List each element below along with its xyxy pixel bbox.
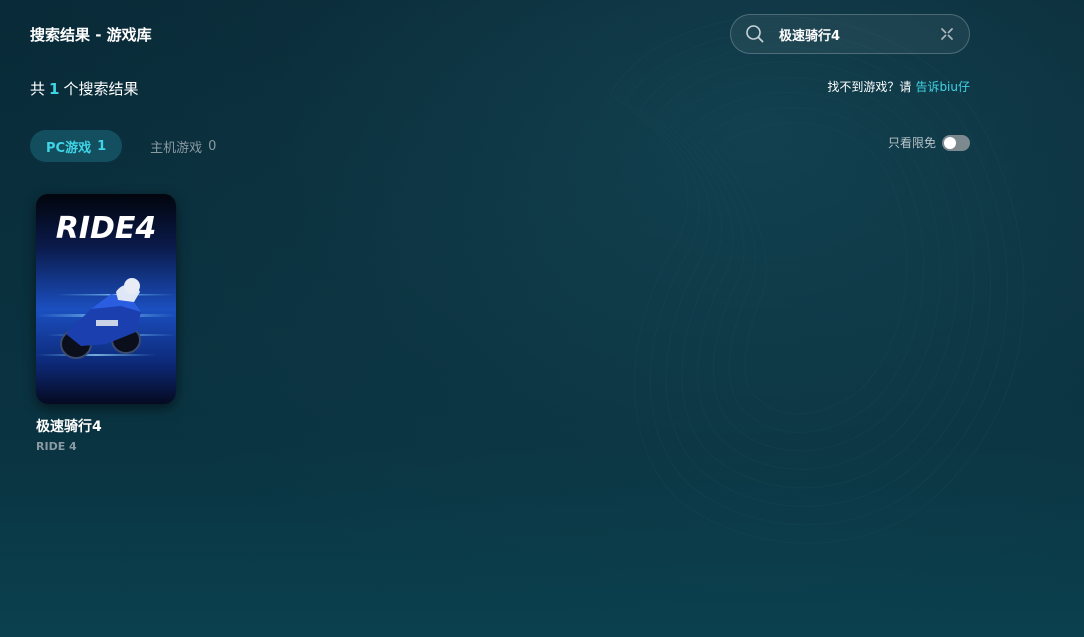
tab-console-games[interactable]: 主机游戏 0 bbox=[134, 130, 232, 162]
tab-pc-games[interactable]: PC游戏 1 bbox=[30, 130, 123, 162]
cover-logo-text: RIDE4 bbox=[56, 211, 157, 246]
game-cover-image[interactable]: RIDE4 bbox=[36, 194, 176, 404]
page-title: 搜索结果 - 游戏库 bbox=[30, 26, 152, 44]
result-count-number: 1 bbox=[49, 80, 60, 98]
feedback-text: 找不到游戏？请 bbox=[827, 80, 912, 94]
tab-pc-games-count: 1 bbox=[97, 138, 107, 154]
search-input[interactable]: 极速骑行4 bbox=[779, 25, 939, 44]
result-count: 共 1 个搜索结果 bbox=[30, 78, 138, 99]
game-subtitle: RIDE 4 bbox=[36, 440, 77, 453]
clear-search-icon[interactable] bbox=[939, 26, 955, 42]
feedback-link[interactable]: 告诉biu仔 bbox=[915, 80, 970, 94]
feedback-prompt: 找不到游戏？请 告诉biu仔 bbox=[827, 78, 970, 95]
free-only-filter: 只看限免 bbox=[888, 134, 970, 151]
search-icon bbox=[745, 24, 765, 44]
result-count-prefix: 共 bbox=[30, 80, 46, 98]
game-title: 极速骑行4 bbox=[36, 419, 102, 435]
result-count-suffix: 个搜索结果 bbox=[63, 80, 139, 98]
game-card[interactable]: RIDE4 极速骑行4 RIDE 4 bbox=[36, 194, 176, 453]
tab-console-games-count: 0 bbox=[208, 138, 217, 154]
free-only-label: 只看限免 bbox=[887, 136, 936, 150]
free-only-toggle[interactable] bbox=[942, 134, 970, 151]
toggle-knob bbox=[944, 136, 956, 149]
tab-pc-games-label: PC游戏 bbox=[46, 140, 92, 156]
platform-tabs: PC游戏 1 主机游戏 0 bbox=[30, 130, 232, 162]
search-box[interactable]: 极速骑行4 bbox=[730, 14, 970, 54]
tab-console-games-label: 主机游戏 bbox=[150, 140, 203, 156]
